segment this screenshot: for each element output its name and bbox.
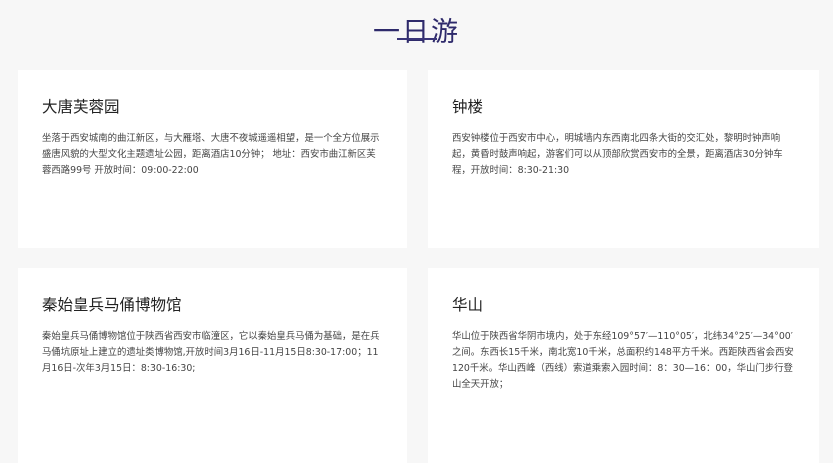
card-description: 坐落于西安城南的曲江新区，与大雁塔、大唐不夜城遥遥相望，是一个全方位展示盛唐风貌… bbox=[42, 133, 380, 176]
card-title: 华山 bbox=[452, 296, 484, 314]
card-title: 钟楼 bbox=[452, 98, 484, 116]
page-title: 一日游 bbox=[373, 17, 460, 49]
attraction-card-datang-furong-garden[interactable]: 大唐芙蓉园 坐落于西安城南的曲江新区，与大雁塔、大唐不夜城遥遥相望，是一个全方位… bbox=[18, 70, 407, 248]
card-description: 西安钟楼位于西安市中心，明城墙内东西南北四条大街的交汇处，黎明时钟声响起，黄昏时… bbox=[452, 133, 783, 176]
attraction-card-terracotta-museum[interactable]: 秦始皇兵马俑博物馆 秦始皇兵马俑博物馆位于陕西省西安市临潼区，它以秦始皇兵马俑为… bbox=[18, 268, 407, 463]
card-title: 大唐芙蓉园 bbox=[42, 98, 120, 116]
attraction-card-bell-tower[interactable]: 钟楼 西安钟楼位于西安市中心，明城墙内东西南北四条大街的交汇处，黎明时钟声响起，… bbox=[428, 70, 819, 248]
title-underline bbox=[397, 38, 437, 40]
card-description: 华山位于陕西省华阴市境内，处于东经109°57′—110°05′，北纬34°25… bbox=[452, 331, 794, 390]
card-title: 秦始皇兵马俑博物馆 bbox=[42, 296, 182, 314]
attraction-card-huashan[interactable]: 华山 华山位于陕西省华阴市境内，处于东经109°57′—110°05′，北纬34… bbox=[428, 268, 819, 463]
card-description: 秦始皇兵马俑博物馆位于陕西省西安市临潼区，它以秦始皇兵马俑为基础，是在兵马俑坑原… bbox=[42, 331, 380, 374]
page: 一日游 大唐芙蓉园 坐落于西安城南的曲江新区，与大雁塔、大唐不夜城遥遥相望，是一… bbox=[0, 0, 833, 463]
